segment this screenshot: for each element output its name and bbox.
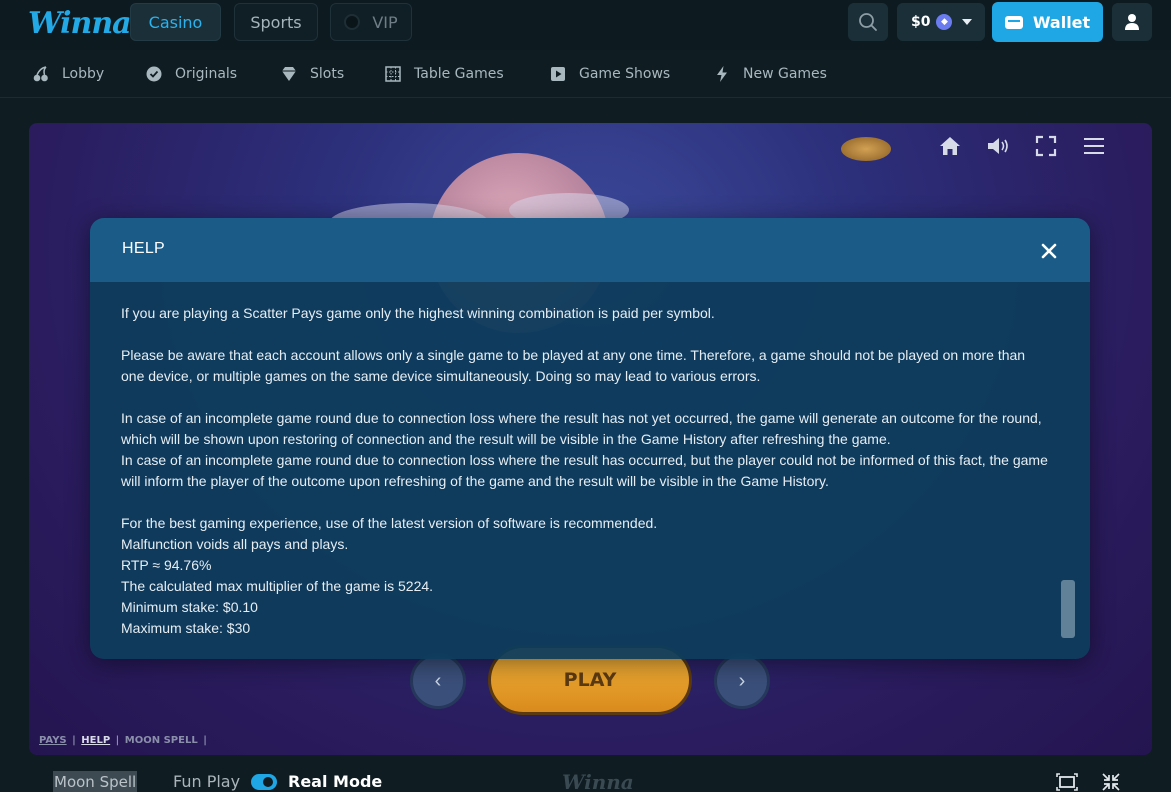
home-icon xyxy=(940,137,960,155)
link-moon-spell[interactable]: MOON SPELL xyxy=(125,735,198,746)
fun-play-label[interactable]: Fun Play xyxy=(173,772,240,791)
help-paragraph: In case of an incomplete game round due … xyxy=(121,408,1051,492)
balance-selector[interactable]: $0 ◆ xyxy=(897,3,985,41)
subnav-lobby[interactable]: Lobby xyxy=(32,64,104,84)
help-paragraph: If you are playing a Scatter Pays game o… xyxy=(121,303,1051,324)
help-line: Maximum stake: $30 xyxy=(121,620,251,636)
help-paragraph: For the best gaming experience, use of t… xyxy=(121,513,1051,639)
search-button[interactable] xyxy=(848,3,888,41)
nav-vip[interactable]: VIP xyxy=(330,3,412,41)
fullscreen-icon xyxy=(1035,135,1057,157)
wallet-label: Wallet xyxy=(1032,12,1091,32)
nav-vip-label: VIP xyxy=(372,12,398,32)
collapse-icon xyxy=(1102,773,1120,791)
help-line: Minimum stake: $0.10 xyxy=(121,599,258,615)
help-line: In case of an incomplete game round due … xyxy=(121,410,1042,447)
vip-icon xyxy=(344,14,361,30)
play-icon xyxy=(549,65,567,83)
link-separator: | xyxy=(115,735,120,746)
subnav-game-shows-label: Game Shows xyxy=(579,66,671,82)
help-dialog-title: HELP xyxy=(122,240,165,257)
subnav-new-games-label: New Games xyxy=(743,66,827,82)
chevron-down-icon xyxy=(962,19,973,25)
scrollbar-thumb[interactable] xyxy=(1061,580,1075,638)
real-mode-label[interactable]: Real Mode xyxy=(288,772,382,791)
subnav-new-games[interactable]: New Games xyxy=(713,64,827,84)
winna-logo[interactable]: Winna xyxy=(28,6,132,41)
nav-sports-label: Sports xyxy=(250,12,302,32)
link-separator: | xyxy=(203,735,207,746)
link-help[interactable]: HELP xyxy=(81,735,110,746)
search-icon xyxy=(859,13,877,31)
help-line: RTP ≈ 94.76% xyxy=(121,557,212,573)
top-header: Winna Casino Sports VIP $0 ◆ Wallet xyxy=(0,0,1171,50)
game-sound-button[interactable] xyxy=(985,133,1011,159)
balance-amount: $0 xyxy=(911,14,931,30)
help-line: The calculated max multiplier of the gam… xyxy=(121,578,434,594)
hamburger-menu-icon xyxy=(1084,138,1104,154)
nav-sports[interactable]: Sports xyxy=(234,3,318,41)
theatre-mode-icon xyxy=(1056,773,1078,791)
help-line: If you are playing a Scatter Pays game o… xyxy=(121,305,715,321)
link-pays[interactable]: PAYS xyxy=(39,735,67,746)
subnav-table-games-label: Table Games xyxy=(414,66,504,82)
winna-watermark: Winna xyxy=(562,770,634,792)
help-dialog-body: If you are playing a Scatter Pays game o… xyxy=(121,303,1051,639)
ethereum-icon: ◆ xyxy=(936,14,953,30)
subnav-table-games[interactable]: Table Games xyxy=(384,64,504,84)
subnav-originals-label: Originals xyxy=(175,66,238,82)
help-line: For the best gaming experience, use of t… xyxy=(121,515,658,531)
nav-casino[interactable]: Casino xyxy=(130,3,221,41)
grid-icon xyxy=(384,65,402,83)
user-menu-button[interactable] xyxy=(1112,3,1152,41)
link-separator: | xyxy=(72,735,76,746)
subnav-game-shows[interactable]: Game Shows xyxy=(549,64,670,84)
help-dialog: HELP If you are playing a Scatter Pays g… xyxy=(90,218,1090,659)
previous-button[interactable]: ‹ xyxy=(410,653,466,709)
subnav-lobby-label: Lobby xyxy=(62,66,105,82)
subnav-slots-label: Slots xyxy=(310,66,345,82)
help-line: Malfunction voids all pays and plays. xyxy=(121,536,349,552)
play-button-label: PLAY xyxy=(563,669,617,691)
help-dialog-header: HELP xyxy=(90,218,1090,282)
wallet-icon xyxy=(1004,15,1023,29)
speaker-icon xyxy=(988,138,1008,154)
nav-casino-label: Casino xyxy=(148,12,203,32)
diamond-icon xyxy=(280,65,298,83)
game-menu-button[interactable] xyxy=(1081,133,1107,159)
subnav-originals[interactable]: Originals xyxy=(145,64,237,84)
collapse-button[interactable] xyxy=(1100,772,1122,792)
cherry-icon xyxy=(32,65,50,83)
coin-graphic xyxy=(841,137,891,161)
help-line: In case of an incomplete game round due … xyxy=(121,452,1048,489)
chevron-right-icon: › xyxy=(738,669,746,692)
close-button[interactable] xyxy=(1036,238,1062,264)
next-button[interactable]: › xyxy=(714,653,770,709)
help-line: Please be aware that each account allows… xyxy=(121,347,1026,384)
subnav-slots[interactable]: Slots xyxy=(280,64,344,84)
close-icon xyxy=(1041,243,1057,259)
game-footer: Moon Spell Fun Play Real Mode Winna xyxy=(0,760,1171,792)
badge-check-icon xyxy=(145,65,163,83)
help-paragraph: Please be aware that each account allows… xyxy=(121,345,1051,387)
game-info-links: PAYS | HELP | MOON SPELL | xyxy=(39,735,209,746)
chevron-left-icon: ‹ xyxy=(434,669,442,692)
game-home-button[interactable] xyxy=(937,133,963,159)
wallet-button[interactable]: Wallet xyxy=(992,2,1103,42)
category-nav: Lobby Originals Slots Table Games Game S… xyxy=(0,50,1171,98)
game-name: Moon Spell xyxy=(53,771,138,792)
game-fullscreen-button[interactable] xyxy=(1033,133,1059,159)
lightning-icon xyxy=(713,65,731,83)
user-icon xyxy=(1125,14,1139,30)
theatre-mode-button[interactable] xyxy=(1056,772,1078,792)
real-mode-toggle[interactable] xyxy=(251,774,277,790)
